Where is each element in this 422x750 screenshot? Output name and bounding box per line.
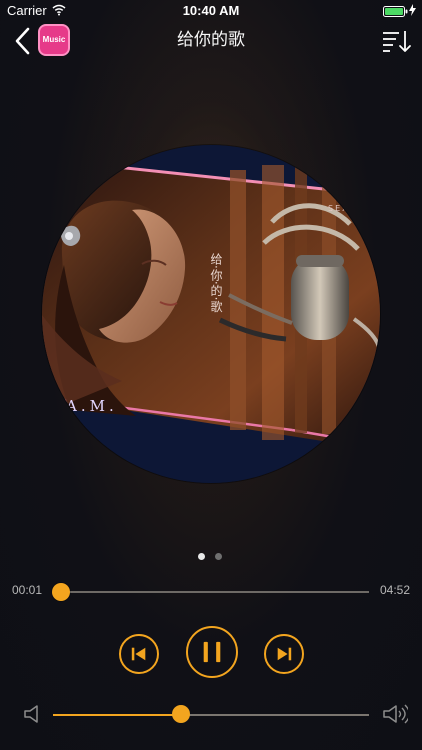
page-dot-inactive	[215, 553, 222, 560]
progress-section: 00:01 04:52	[0, 580, 422, 604]
progress-bar[interactable]	[60, 591, 369, 593]
volume-fill	[53, 714, 181, 716]
next-icon	[277, 647, 292, 661]
music-player-screen: Carrier 10:40 AM Music 给你的歌 给·你·的·歌 SEX …	[0, 0, 422, 750]
total-time: 04:52	[379, 583, 410, 597]
progress-thumb[interactable]	[51, 583, 70, 601]
album-cover-image: 给·你·的·歌 SEX A.M.	[42, 145, 380, 483]
page-title: 给你的歌	[177, 30, 245, 49]
page-indicator	[198, 553, 226, 561]
current-time: 00:01	[12, 583, 43, 597]
previous-track-button[interactable]	[119, 634, 159, 674]
previous-icon	[131, 647, 146, 661]
status-time: 10:40 AM	[182, 3, 240, 18]
volume-thumb[interactable]	[171, 705, 190, 723]
next-track-button[interactable]	[264, 634, 304, 674]
playlist-sort-icon[interactable]	[381, 27, 413, 55]
battery-icon	[383, 6, 408, 17]
status-bar: Carrier 10:40 AM	[0, 0, 422, 22]
pause-button[interactable]	[186, 626, 238, 678]
album-artwork[interactable]: 给·你·的·歌 SEX A.M.	[42, 145, 380, 483]
playback-controls	[0, 626, 422, 682]
album-bottom-text: A.M.	[65, 397, 118, 415]
album-vertical-text: 给·你·的·歌	[209, 253, 223, 313]
volume-high-icon	[383, 704, 408, 724]
pause-icon	[203, 641, 221, 663]
page-dot-active	[198, 553, 205, 560]
album-corner-text: SEX	[328, 204, 350, 213]
volume-slider[interactable]	[53, 714, 369, 716]
volume-section	[0, 700, 422, 728]
nav-bar: Music 给你的歌	[0, 22, 422, 62]
charging-icon	[409, 4, 416, 16]
volume-low-icon	[24, 705, 38, 723]
